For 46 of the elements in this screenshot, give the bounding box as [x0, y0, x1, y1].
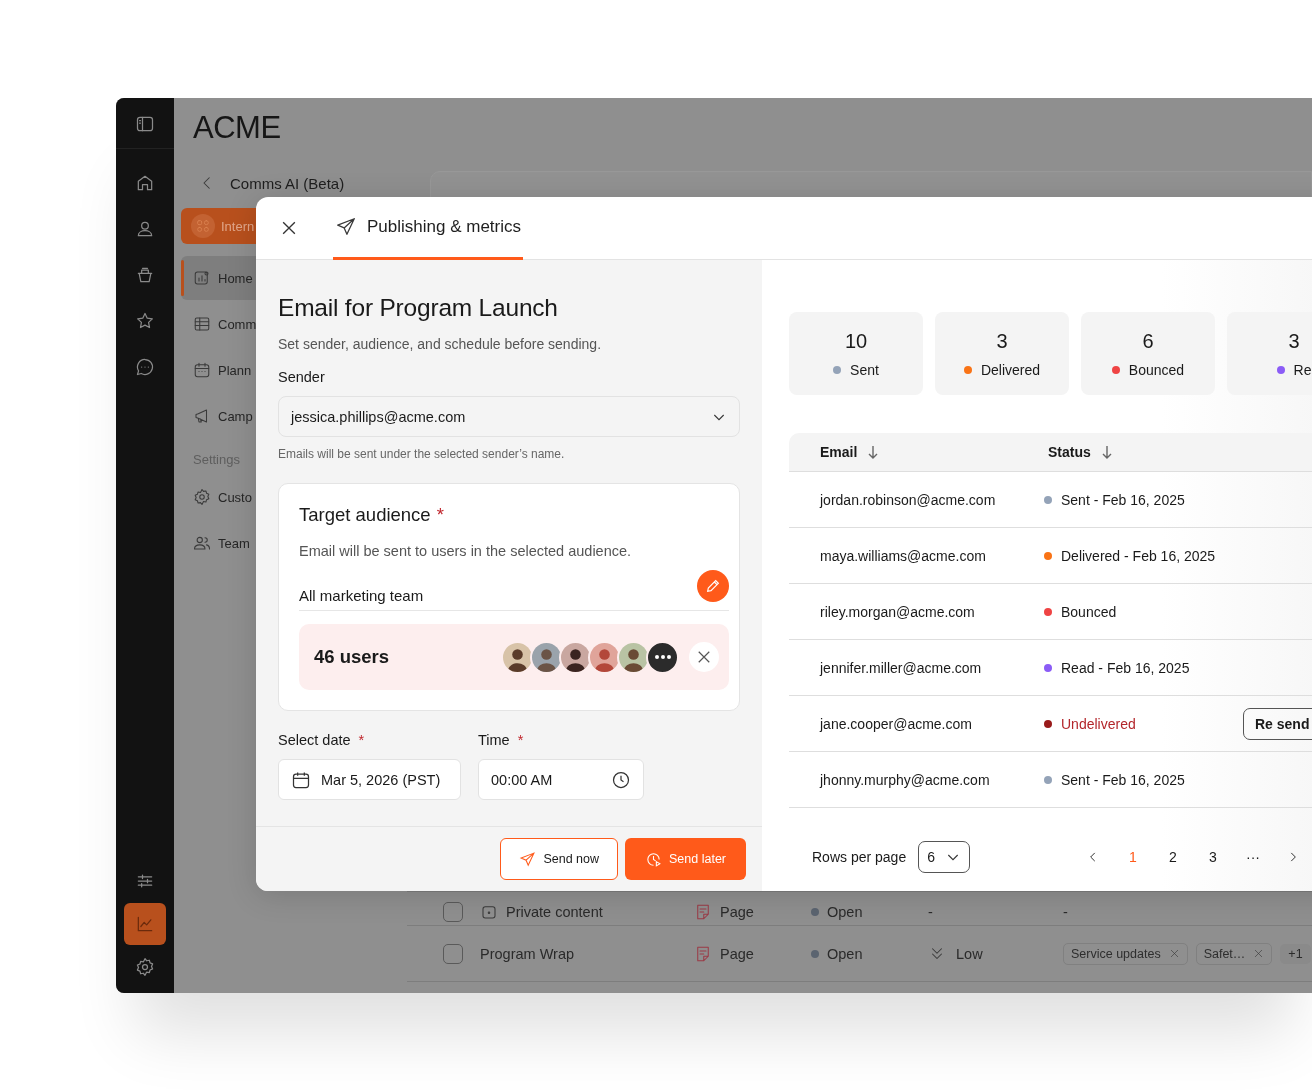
- section-title: Target audience: [299, 504, 431, 526]
- email-cell-text: maya.williams@acme.com: [820, 547, 987, 564]
- status-cell: Delivered - Feb 16, 2025: [1061, 547, 1216, 564]
- more-count: +1: [1280, 943, 1311, 964]
- status-label: Open: [827, 903, 863, 920]
- status-cell: Bounced: [1061, 603, 1117, 620]
- priority-label: -: [928, 903, 933, 920]
- email-cell-text: jane.cooper@acme.com: [820, 715, 973, 732]
- form-title: Email for Program Launch: [278, 294, 559, 322]
- status-cell: Undelivered: [1061, 715, 1136, 732]
- stat-value: 3: [996, 329, 1008, 353]
- type-label: Page: [720, 903, 754, 920]
- field-label: Select date: [278, 732, 351, 748]
- tags-label: -: [1063, 903, 1068, 920]
- form-subtitle: Set sender, audience, and schedule before sending.: [278, 336, 603, 352]
- status-label: Open: [827, 945, 863, 962]
- logo: ACME: [192, 109, 282, 147]
- audience-name: All marketing team: [299, 586, 424, 604]
- status-cell: Sent - Feb 16, 2025: [1061, 491, 1185, 508]
- stat-label: Delivered: [980, 361, 1041, 378]
- stat-value: 6: [1142, 329, 1154, 353]
- field-hint: Emails will be sent under the selected sender’s name.: [278, 447, 566, 461]
- ellipsis: ···: [1245, 848, 1261, 867]
- status-cell: Sent - Feb 16, 2025: [1061, 771, 1185, 788]
- required-marker: *: [358, 732, 365, 748]
- required-marker: *: [436, 504, 444, 526]
- field-label: Sender: [278, 369, 326, 385]
- email-cell-text: jhonny.murphy@acme.com: [820, 771, 991, 788]
- email-cell-text: riley.morgan@acme.com: [820, 603, 976, 620]
- type-label: Page: [720, 945, 754, 962]
- stat-label: Bounced: [1128, 361, 1185, 378]
- section-description: Email will be sent to users in the selected audience.: [299, 543, 633, 559]
- email-cell-text: jordan.robinson@acme.com: [820, 491, 997, 508]
- stat-label: Re: [1293, 361, 1312, 378]
- email-cell-text: jennifer.miller@acme.com: [820, 659, 983, 676]
- stat-value: 10: [844, 329, 868, 353]
- priority-label: Low: [956, 945, 983, 962]
- required-marker: *: [517, 732, 524, 748]
- stat-label: Sent: [850, 361, 879, 378]
- stat-value: 3: [1288, 329, 1300, 353]
- row-title: Private content: [506, 903, 603, 920]
- rows-per-page-label: Rows per page: [812, 849, 907, 865]
- status-cell: Read - Feb 16, 2025: [1061, 659, 1190, 676]
- row-title: Program Wrap: [480, 945, 574, 962]
- user-count: 46 users: [314, 646, 391, 668]
- field-label: Time: [478, 732, 510, 748]
